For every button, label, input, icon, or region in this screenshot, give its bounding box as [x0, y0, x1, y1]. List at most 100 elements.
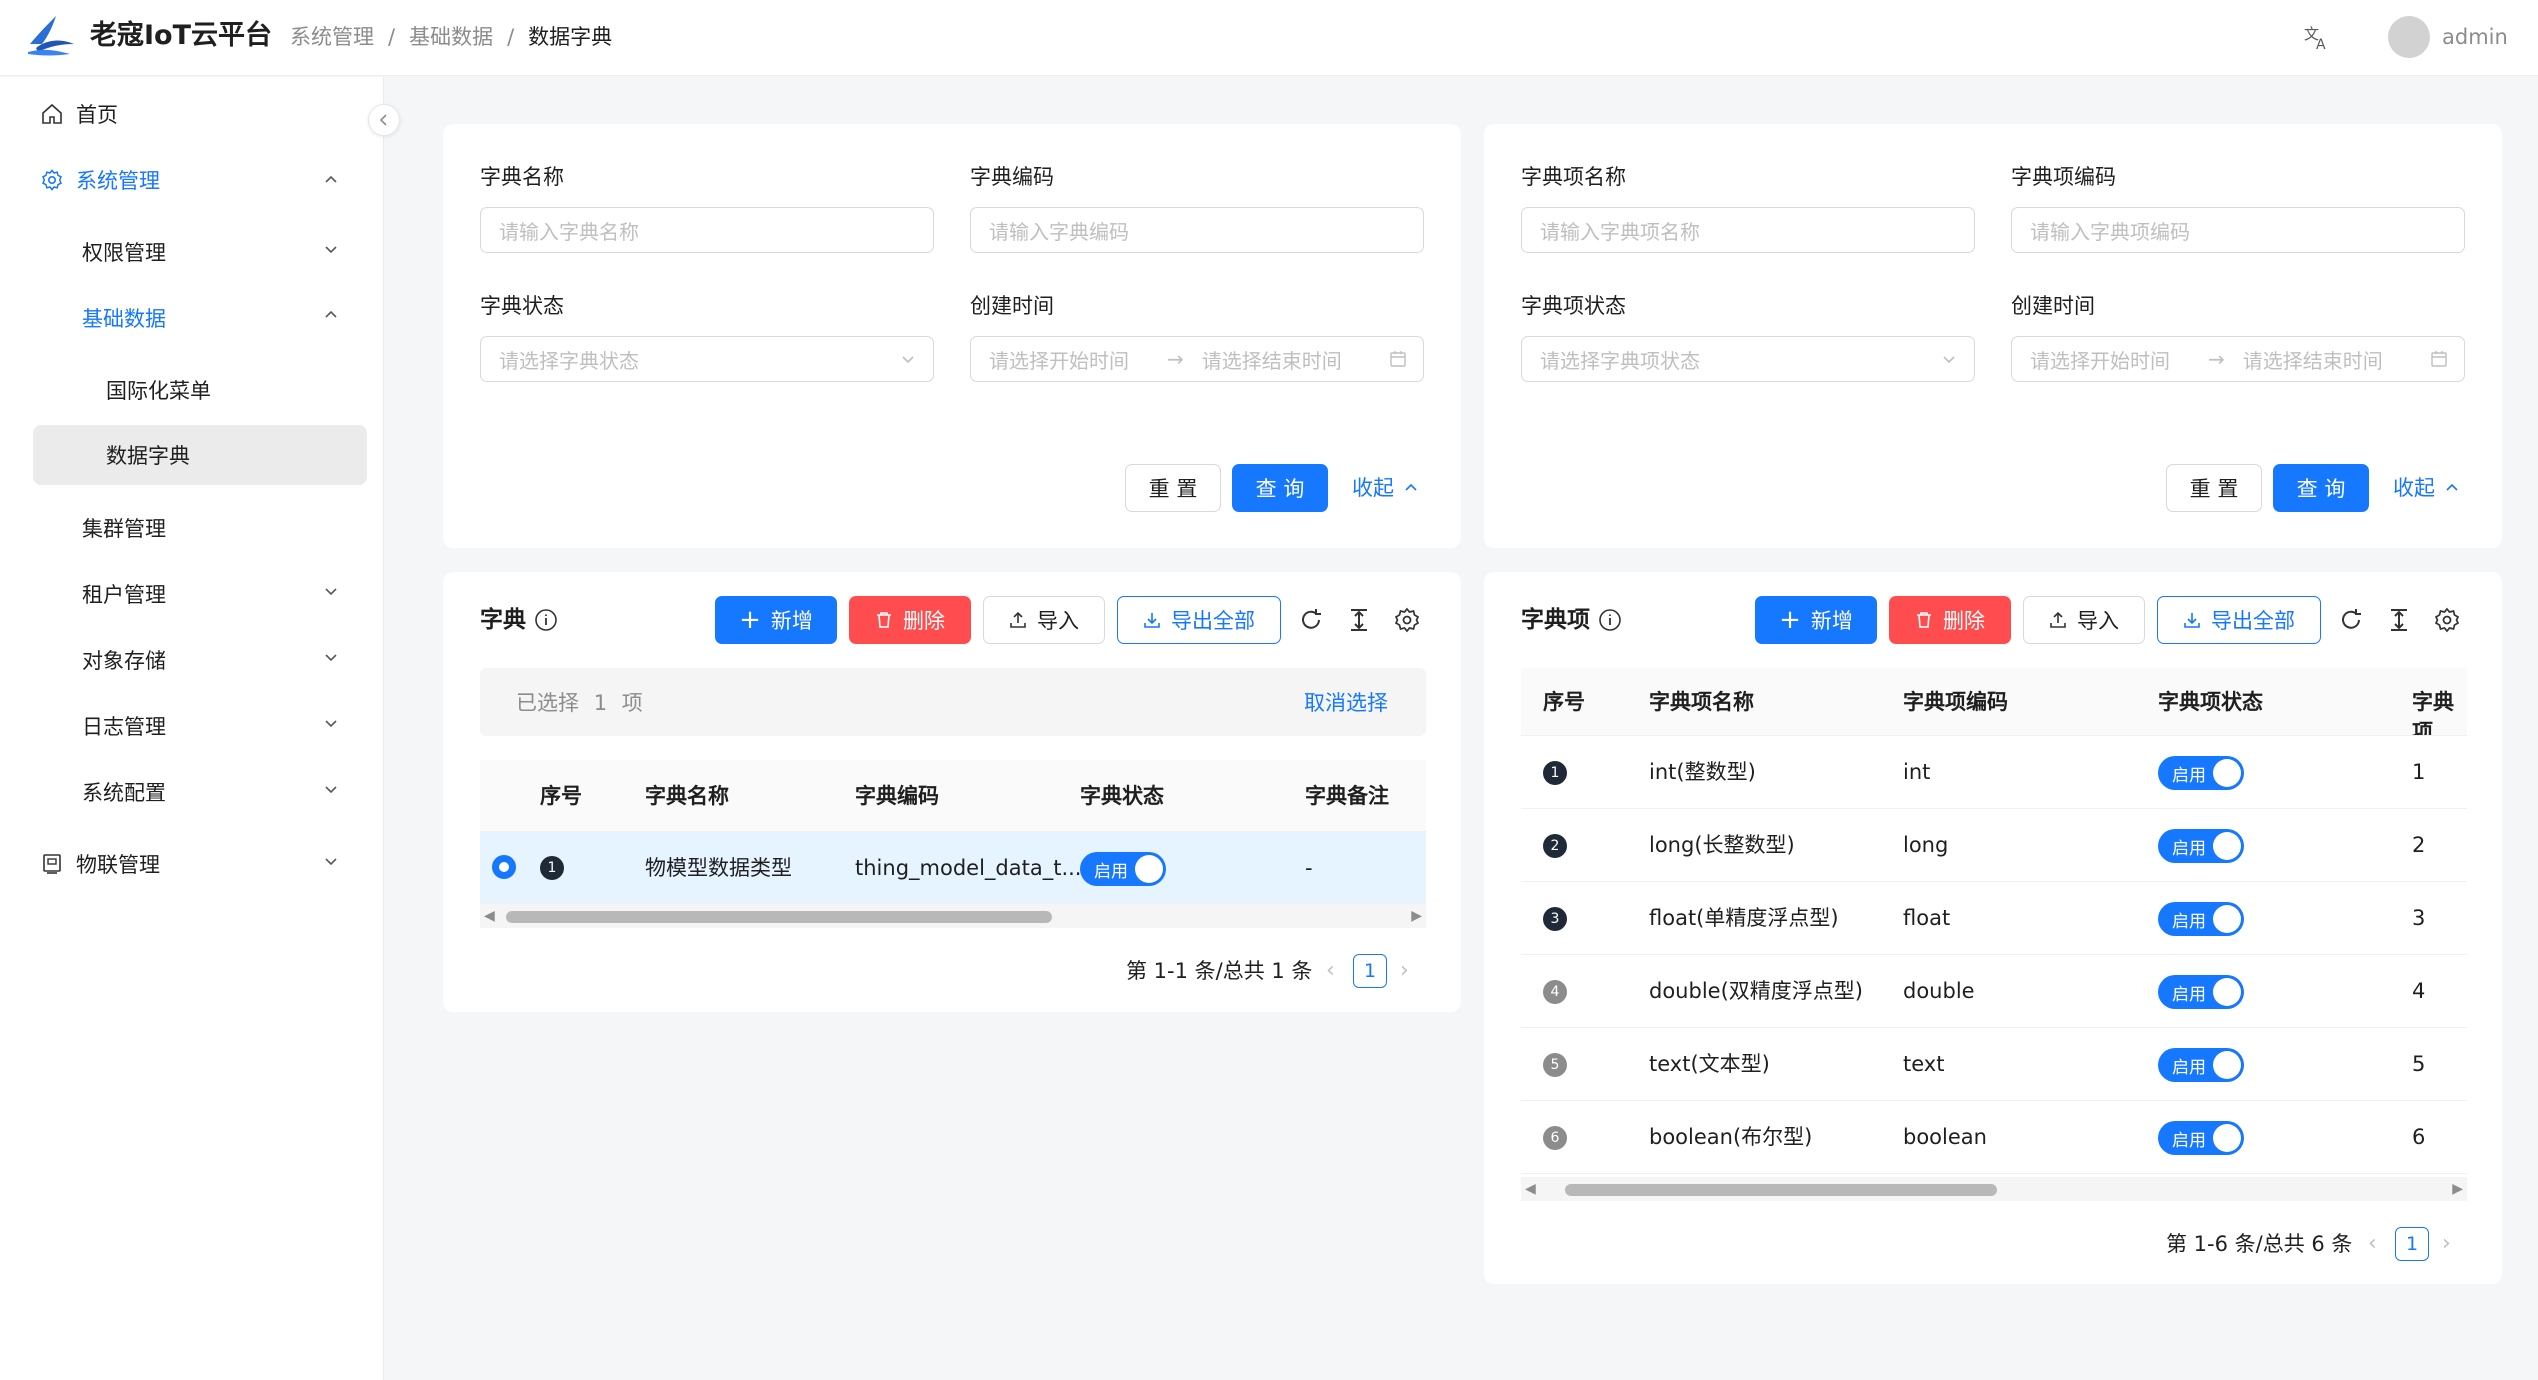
- prev-page-icon[interactable]: ‹: [1326, 956, 1335, 986]
- table-row[interactable]: 5 text(文本型) text 启用 5: [1521, 1028, 2467, 1101]
- sidebar-item-label: 日志管理: [82, 715, 166, 739]
- dict-name-cell: 物模型数据类型: [645, 856, 792, 880]
- switch-knob: [2213, 832, 2241, 860]
- item-add-button[interactable]: + 新增: [1755, 596, 1877, 644]
- item-export-button[interactable]: 导出全部: [2157, 596, 2321, 644]
- sidebar-item-label: 国际化菜单: [106, 379, 211, 403]
- dict-code-input[interactable]: 请输入字典编码: [970, 207, 1424, 253]
- item-reset-button[interactable]: 重 置: [2166, 464, 2262, 512]
- switch-knob: [2213, 759, 2241, 787]
- sidebar-item-label: 数据字典: [106, 444, 190, 468]
- chevron-down-icon: [325, 246, 337, 254]
- dict-import-button[interactable]: 导入: [983, 596, 1105, 644]
- breadcrumb-item-basic-data[interactable]: 基础数据: [409, 22, 493, 52]
- sidebar-item-iot[interactable]: 物联管理: [40, 842, 360, 886]
- item-delete-button[interactable]: 删除: [1889, 596, 2011, 644]
- info-icon: [535, 609, 557, 631]
- breadcrumb-item-system[interactable]: 系统管理: [290, 22, 374, 52]
- horizontal-scrollbar[interactable]: ◀ ▶: [480, 904, 1426, 928]
- settings-icon[interactable]: [2434, 607, 2460, 633]
- dict-reset-button[interactable]: 重 置: [1125, 464, 1221, 512]
- column-header: 字典状态: [1080, 784, 1164, 808]
- page-1-button[interactable]: 1: [2395, 1227, 2429, 1261]
- start-time-input[interactable]: 请选择开始时间: [2030, 345, 2170, 374]
- prev-page-icon[interactable]: ‹: [2368, 1229, 2377, 1259]
- dict-delete-button[interactable]: 删除: [849, 596, 971, 644]
- item-status-select[interactable]: 请选择字典项状态: [1521, 336, 1975, 382]
- end-time-input[interactable]: 请选择结束时间: [1202, 345, 1342, 374]
- end-time-input[interactable]: 请选择结束时间: [2243, 345, 2383, 374]
- dict-item-table-header: 序号 字典项名称 字典项编码 字典项状态 字典项: [1521, 668, 2467, 736]
- table-row[interactable]: 4 double(双精度浮点型) double 启用 4: [1521, 955, 2467, 1028]
- dict-name-label: 字典名称: [480, 165, 564, 189]
- download-icon: [1144, 613, 1160, 628]
- sidebar-item-log[interactable]: 日志管理: [82, 704, 362, 748]
- row-index-badge: 1: [540, 856, 564, 880]
- sidebar-item-home[interactable]: 首页: [40, 92, 360, 136]
- table-row[interactable]: 1 int(整数型) int 启用 1: [1521, 736, 2467, 809]
- sidebar-item-sys-config[interactable]: 系统配置: [82, 770, 362, 814]
- item-collapse-link[interactable]: 收起: [2393, 473, 2461, 503]
- table-row[interactable]: 2 long(长整数型) long 启用 2: [1521, 809, 2467, 882]
- sidebar-item-i18n-menu[interactable]: 国际化菜单: [106, 368, 362, 412]
- dict-status-select[interactable]: 请选择字典状态: [480, 336, 934, 382]
- dict-query-button[interactable]: 查 询: [1232, 464, 1328, 512]
- item-code-cell: double: [1903, 979, 1975, 1003]
- next-page-icon[interactable]: ›: [1400, 956, 1409, 986]
- item-import-button[interactable]: 导入: [2023, 596, 2145, 644]
- cancel-selection-link[interactable]: 取消选择: [1304, 688, 1388, 718]
- page-1-button[interactable]: 1: [1353, 954, 1387, 988]
- column-height-icon[interactable]: [1346, 607, 1372, 633]
- settings-icon[interactable]: [1394, 607, 1420, 633]
- row-index-badge: 2: [1543, 834, 1567, 858]
- item-time-range-picker[interactable]: 请选择开始时间 → 请选择结束时间: [2011, 336, 2465, 382]
- trash-icon: [1917, 612, 1931, 628]
- table-row[interactable]: 3 float(单精度浮点型) float 启用 3: [1521, 882, 2467, 955]
- sidebar-item-object-storage[interactable]: 对象存储: [82, 638, 362, 682]
- dict-add-button[interactable]: + 新增: [715, 596, 837, 644]
- translate-icon[interactable]: 文 A: [2302, 22, 2332, 52]
- avatar[interactable]: [2388, 16, 2430, 58]
- upload-icon: [1010, 611, 1026, 628]
- dict-status-switch[interactable]: 启用: [1080, 852, 1166, 886]
- dict-export-button[interactable]: 导出全部: [1117, 596, 1281, 644]
- sidebar-item-tenant[interactable]: 租户管理: [82, 572, 362, 616]
- sidebar-item-permission[interactable]: 权限管理: [82, 230, 362, 274]
- scroll-left-icon: ◀: [1525, 1181, 1536, 1197]
- item-status-switch[interactable]: 启用: [2158, 902, 2244, 936]
- chevron-down-icon: [325, 786, 337, 794]
- scroll-right-icon: ▶: [2452, 1181, 2463, 1197]
- item-status-switch[interactable]: 启用: [2158, 756, 2244, 790]
- sidebar-item-cluster[interactable]: 集群管理: [82, 506, 362, 550]
- item-name-cell: text(文本型): [1649, 1052, 1770, 1076]
- item-status-switch[interactable]: 启用: [2158, 1121, 2244, 1155]
- row-index-badge: 4: [1543, 980, 1567, 1004]
- refresh-icon[interactable]: [2338, 607, 2364, 633]
- sidebar-item-system[interactable]: 系统管理: [40, 158, 360, 202]
- item-code-input[interactable]: 请输入字典项编码: [2011, 207, 2465, 253]
- info-icon: [1599, 609, 1621, 631]
- dict-name-input[interactable]: 请输入字典名称: [480, 207, 934, 253]
- download-icon: [2184, 613, 2200, 628]
- item-status-switch[interactable]: 启用: [2158, 829, 2244, 863]
- row-radio[interactable]: [492, 855, 516, 879]
- horizontal-scrollbar[interactable]: ◀ ▶: [1521, 1177, 2467, 1201]
- user-name[interactable]: admin: [2442, 22, 2508, 52]
- sidebar-item-data-dict[interactable]: 数据字典: [33, 425, 367, 485]
- table-row[interactable]: 6 boolean(布尔型) boolean 启用 6: [1521, 1101, 2467, 1174]
- refresh-icon[interactable]: [1298, 607, 1324, 633]
- scrollbar-thumb[interactable]: [506, 911, 1052, 923]
- item-query-button[interactable]: 查 询: [2273, 464, 2369, 512]
- column-height-icon[interactable]: [2386, 607, 2412, 633]
- item-name-input[interactable]: 请输入字典项名称: [1521, 207, 1975, 253]
- dict-table-header: [480, 760, 1426, 832]
- next-page-icon[interactable]: ›: [2442, 1229, 2451, 1259]
- scrollbar-thumb[interactable]: [1565, 1184, 1997, 1196]
- start-time-input[interactable]: 请选择开始时间: [989, 345, 1129, 374]
- dict-collapse-link[interactable]: 收起: [1352, 473, 1420, 503]
- dict-time-range-picker[interactable]: 请选择开始时间 → 请选择结束时间: [970, 336, 1424, 382]
- item-status-switch[interactable]: 启用: [2158, 1048, 2244, 1082]
- sidebar-item-basic-data[interactable]: 基础数据: [82, 296, 362, 340]
- sidebar-collapse-button[interactable]: [368, 104, 400, 136]
- item-status-switch[interactable]: 启用: [2158, 975, 2244, 1009]
